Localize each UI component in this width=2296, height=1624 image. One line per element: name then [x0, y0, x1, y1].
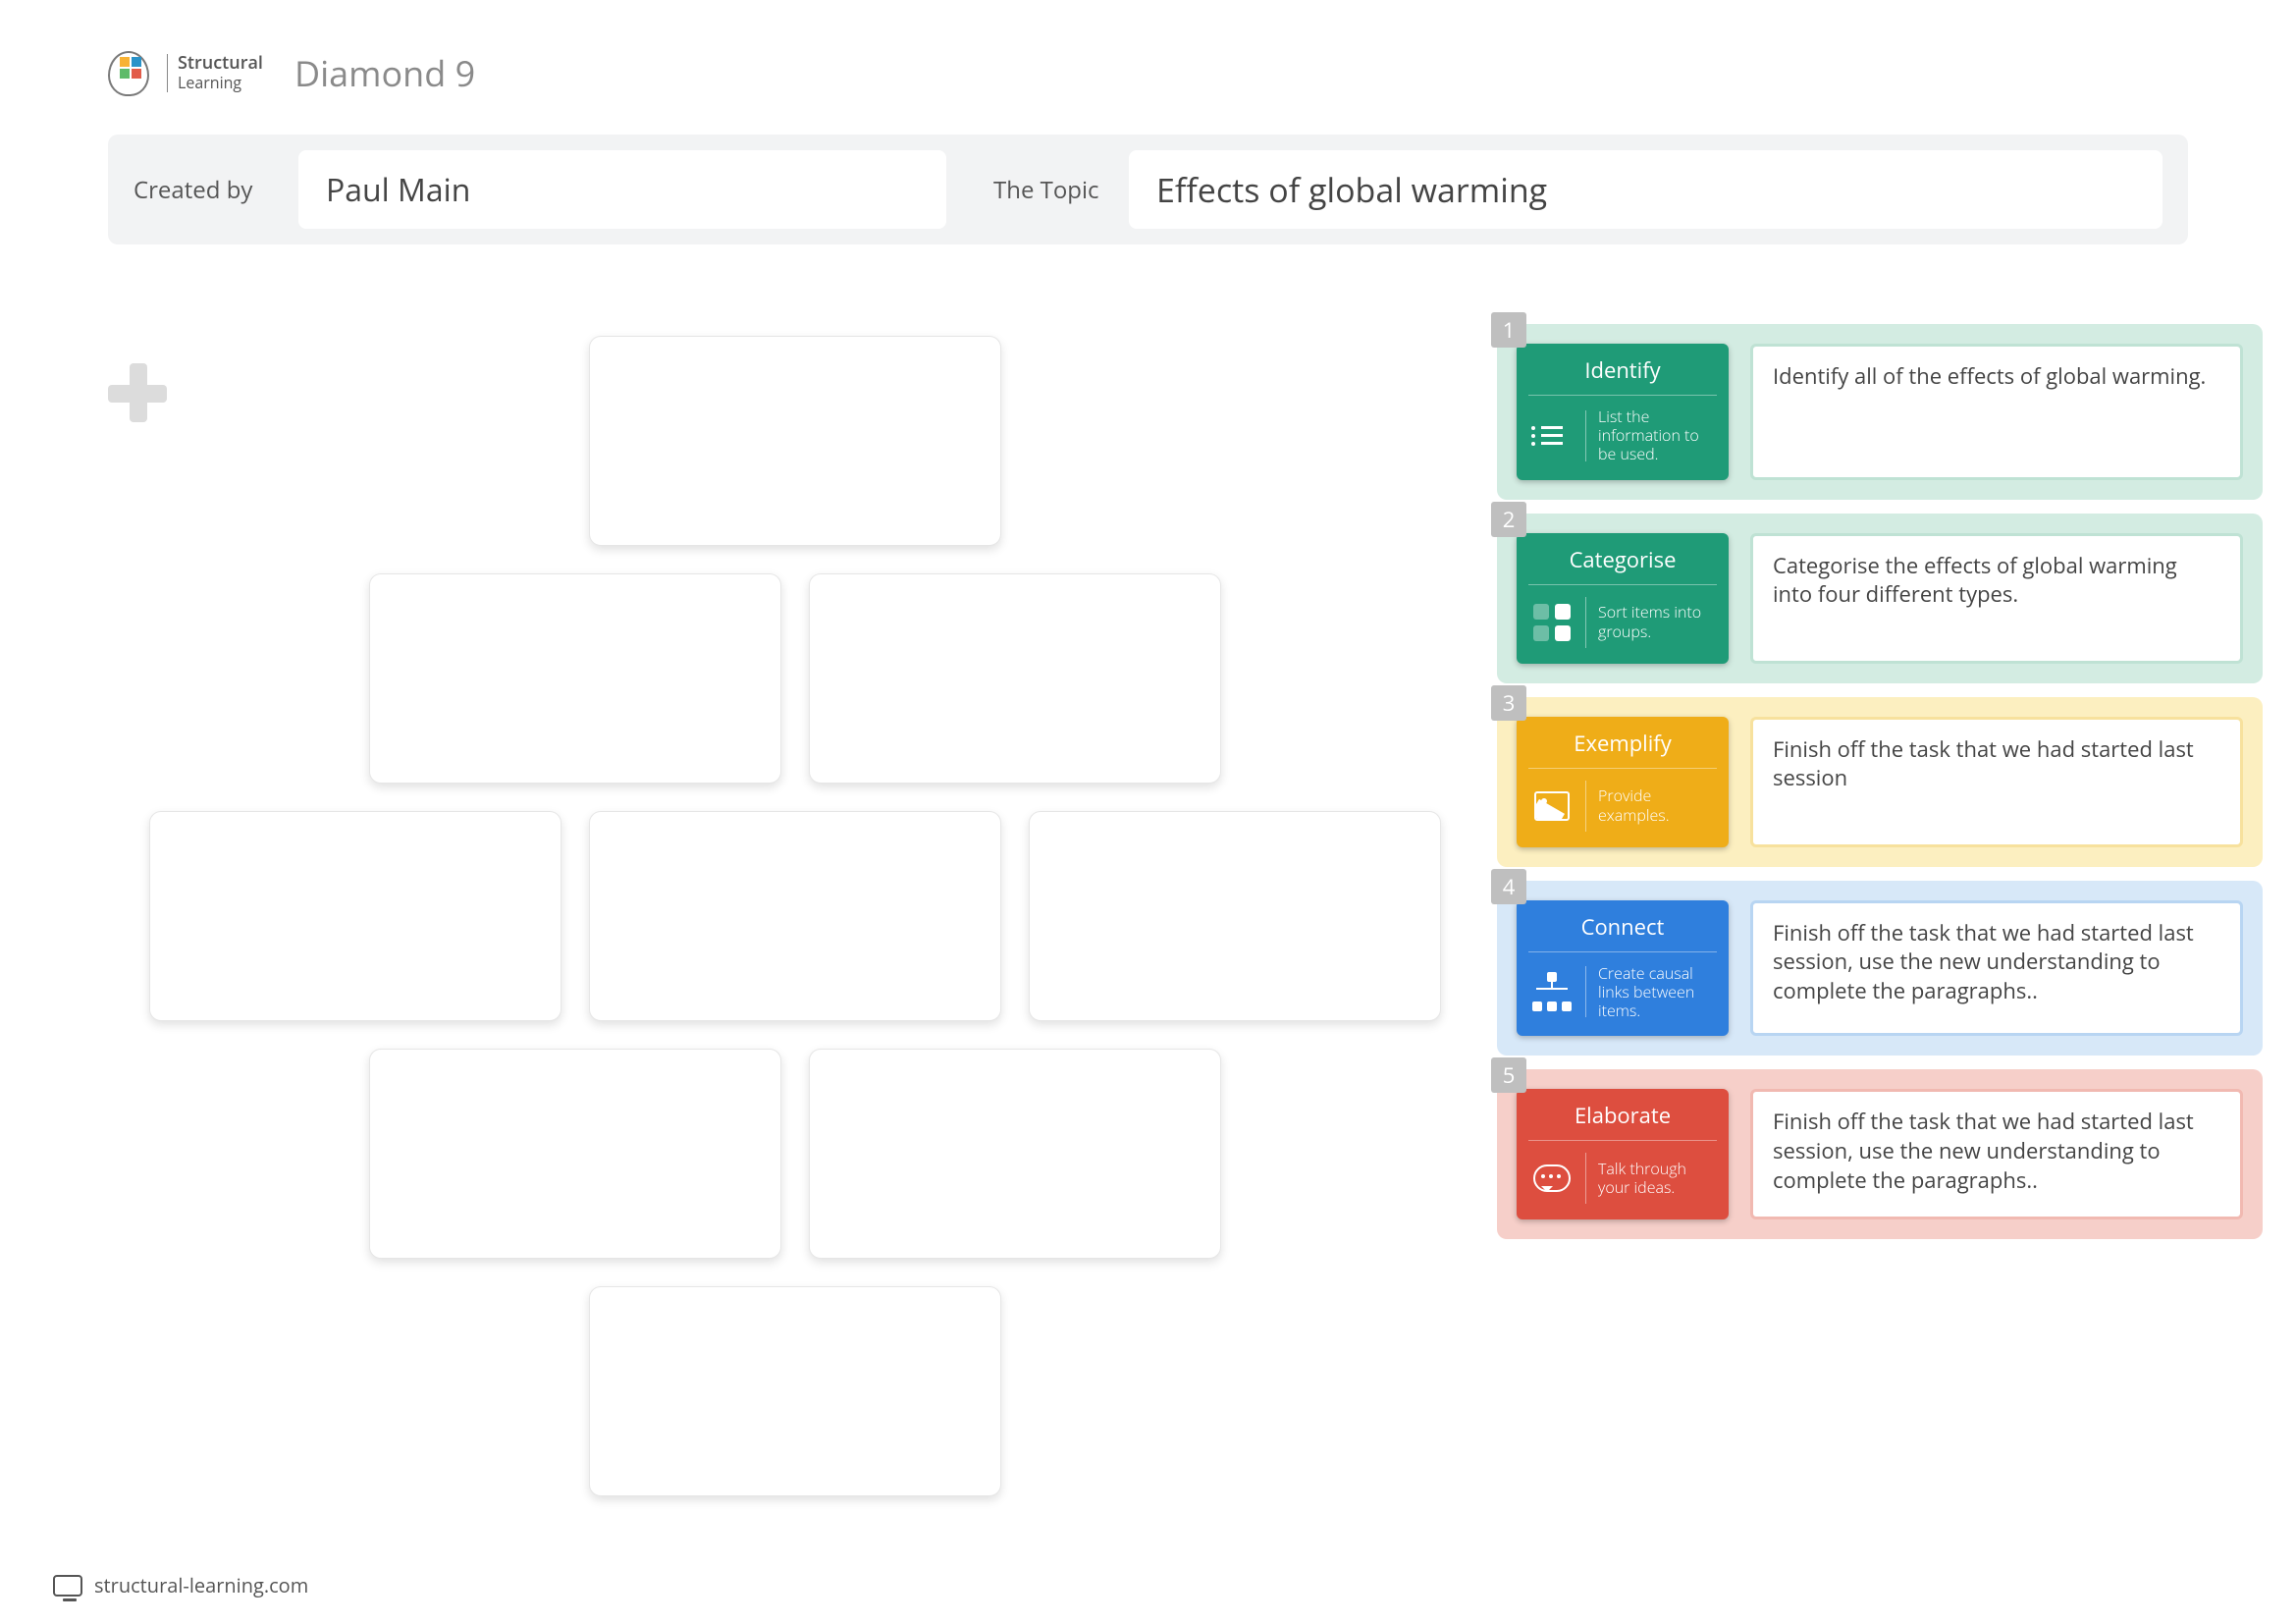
step-title: Exemplify — [1528, 717, 1717, 769]
step-badge: Categorise Sort items into groups. — [1517, 533, 1729, 664]
step-number: 1 — [1491, 312, 1526, 348]
list-icon — [1530, 414, 1574, 458]
step-connect: 4 Connect Create causal links between it… — [1497, 881, 2263, 1056]
image-icon — [1530, 785, 1574, 828]
step-subtitle: Create causal links between items. — [1598, 964, 1715, 1021]
page-title: Diamond 9 — [294, 49, 475, 97]
step-categorise: 2 Categorise Sort items into groups. Cat… — [1497, 514, 2263, 683]
step-number: 4 — [1491, 869, 1526, 904]
diamond-card[interactable] — [1029, 811, 1441, 1021]
step-subtitle: List the information to be used. — [1598, 407, 1715, 464]
step-exemplify: 3 Exemplify Provide examples. Finish off… — [1497, 697, 2263, 867]
footer: structural-learning.com — [53, 1572, 308, 1598]
step-number: 5 — [1491, 1057, 1526, 1093]
step-subtitle: Sort items into groups. — [1598, 603, 1715, 640]
step-subtitle: Provide examples. — [1598, 786, 1715, 824]
step-description[interactable]: Finish off the task that we had started … — [1750, 1089, 2243, 1219]
steps-panel: 1 Identify List the information to be us… — [1497, 324, 2263, 1253]
diamond-card[interactable] — [369, 573, 781, 784]
step-number: 2 — [1491, 502, 1526, 537]
diamond-card[interactable] — [589, 1286, 1001, 1496]
step-badge: Connect Create causal links between item… — [1517, 900, 1729, 1037]
brand-tagline: Learning — [178, 72, 241, 93]
author-input[interactable]: Paul Main — [298, 150, 946, 229]
step-badge: Elaborate Talk through your ideas. — [1517, 1089, 1729, 1219]
diamond-card[interactable] — [809, 1049, 1221, 1259]
diamond-card[interactable] — [589, 336, 1001, 546]
step-title: Elaborate — [1528, 1089, 1717, 1141]
brand-logo — [108, 51, 149, 96]
step-description[interactable]: Finish off the task that we had started … — [1750, 717, 2243, 847]
step-elaborate: 5 Elaborate Talk through your ideas. Fin… — [1497, 1069, 2263, 1239]
topic-input[interactable]: Effects of global warming — [1129, 150, 2163, 229]
topic-label: The Topic — [974, 174, 1101, 206]
step-title: Connect — [1528, 900, 1717, 952]
step-description[interactable]: Categorise the effects of global warming… — [1750, 533, 2243, 664]
step-description[interactable]: Finish off the task that we had started … — [1750, 900, 2243, 1037]
header: Structural Learning Diamond 9 — [108, 49, 475, 97]
tree-icon — [1530, 970, 1574, 1013]
step-badge: Identify List the information to be used… — [1517, 344, 1729, 480]
step-identify: 1 Identify List the information to be us… — [1497, 324, 2263, 500]
created-by-label: Created by — [133, 174, 271, 206]
meta-bar: Created by Paul Main The Topic Effects o… — [108, 135, 2188, 244]
step-badge: Exemplify Provide examples. — [1517, 717, 1729, 847]
diamond-card[interactable] — [589, 811, 1001, 1021]
step-description[interactable]: Identify all of the effects of global wa… — [1750, 344, 2243, 480]
footer-site: structural-learning.com — [94, 1572, 308, 1598]
step-title: Categorise — [1528, 533, 1717, 585]
step-subtitle: Talk through your ideas. — [1598, 1160, 1715, 1197]
screen-icon — [53, 1575, 82, 1597]
step-title: Identify — [1528, 344, 1717, 396]
author-value: Paul Main — [326, 169, 470, 211]
diamond-card[interactable] — [149, 811, 561, 1021]
diamond-card[interactable] — [369, 1049, 781, 1259]
topic-value: Effects of global warming — [1156, 167, 1547, 212]
diamond-card[interactable] — [809, 573, 1221, 784]
diamond-grid — [108, 336, 1482, 1524]
chat-icon — [1530, 1157, 1574, 1200]
brand-text: Structural Learning — [167, 54, 263, 93]
step-number: 3 — [1491, 685, 1526, 721]
grid-icon — [1530, 601, 1574, 644]
